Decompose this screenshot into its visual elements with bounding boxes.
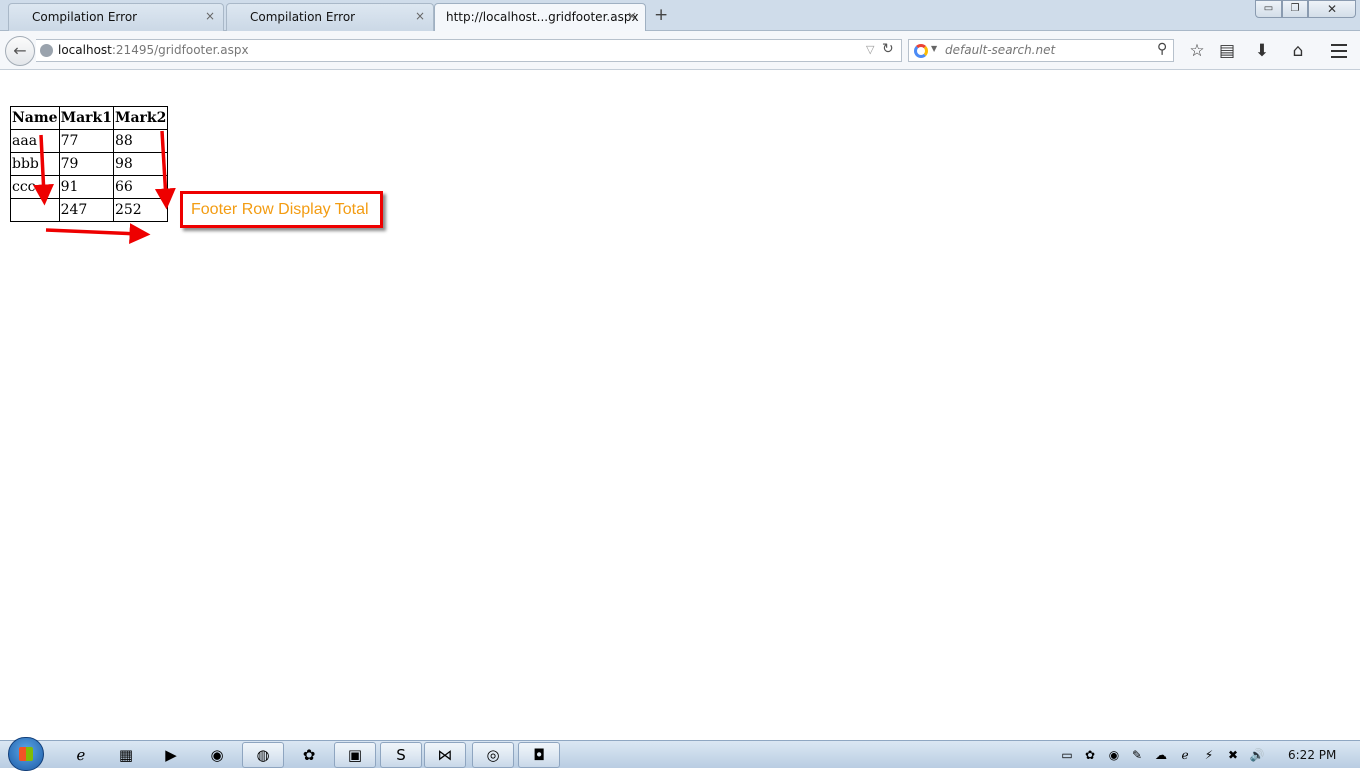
tray-pen-icon[interactable]: ✎ — [1129, 747, 1145, 763]
visual-studio-icon[interactable]: ⋈ — [424, 742, 466, 768]
table-cell: ccc — [10, 175, 60, 199]
url-text[interactable]: localhost:21495/gridfooter.aspx — [58, 43, 249, 57]
start-button[interactable] — [8, 737, 44, 771]
column-header: Mark1 — [58, 106, 114, 130]
search-icon[interactable]: ⚲ — [1157, 41, 1167, 57]
table-cell: aaa — [10, 129, 60, 153]
folder-sync-icon[interactable]: ▣ — [334, 742, 376, 768]
download-icon[interactable]: ⬇ — [1251, 40, 1273, 62]
paint-app-icon[interactable]: ✿ — [288, 742, 330, 768]
tray-paint-icon[interactable]: ✿ — [1082, 747, 1098, 763]
hamburger-menu-icon[interactable] — [1328, 40, 1350, 62]
table-cell: 91 — [58, 175, 114, 199]
table-cell: 66 — [112, 175, 169, 199]
globe-icon — [40, 44, 53, 57]
table-cell: bbb — [10, 152, 60, 176]
search-engine-icon[interactable] — [914, 44, 928, 58]
volume-icon[interactable]: 🔊 — [1249, 747, 1265, 763]
page-content: Name Mark1 Mark2 aaa 77 88 bbb 79 98 ccc… — [0, 71, 1360, 740]
close-tab-icon[interactable]: × — [415, 9, 425, 23]
tab-label: Compilation Error — [250, 10, 356, 24]
bookmark-star-icon[interactable]: ☆ — [1186, 40, 1208, 62]
internet-explorer-icon[interactable]: ℯ — [60, 742, 102, 768]
tab-label: http://localhost...gridfooter.aspx — [446, 10, 639, 24]
address-bar[interactable]: localhost:21495/gridfooter.aspx ▽ ↻ — [36, 39, 902, 62]
media-player-icon[interactable]: ▶ — [150, 742, 192, 768]
tray-alert-icon[interactable]: ✖ — [1225, 747, 1241, 763]
url-path: :21495/gridfooter.aspx — [111, 43, 249, 57]
window-close-button[interactable]: ✕ — [1308, 0, 1356, 18]
tray-app-icon[interactable]: ▭ — [1059, 747, 1075, 763]
skype-icon[interactable]: S — [380, 742, 422, 768]
taskbar: ℯ ▦ ▶ ◉ ◍ ✿ ▣ S ⋈ ◎ ◘ ▭ ✿ ◉ ✎ ☁ ℯ ⚡ ✖ 🔊 6:22 PM — [0, 737, 1360, 771]
new-tab-button[interactable]: + — [654, 5, 668, 25]
tab-strip: Compilation Error × Compilation Error × … — [0, 0, 1360, 32]
tray-ie-icon[interactable]: ℯ — [1177, 747, 1193, 763]
table-cell: 79 — [58, 152, 114, 176]
windows-logo-icon — [19, 747, 33, 761]
clock[interactable]: 6:22 PM — [1288, 748, 1336, 762]
reload-icon[interactable]: ↻ — [882, 41, 894, 57]
tab-compilation-error-2[interactable]: Compilation Error × — [226, 3, 434, 31]
table-row: aaa 77 88 — [10, 129, 169, 153]
table-header-row: Name Mark1 Mark2 — [10, 106, 169, 130]
back-button[interactable]: ← — [5, 36, 35, 66]
table-row: bbb 79 98 — [10, 152, 169, 176]
system-tray: ▭ ✿ ◉ ✎ ☁ ℯ ⚡ ✖ 🔊 6:22 PM — [1055, 741, 1355, 769]
file-explorer-icon[interactable]: ▦ — [105, 742, 147, 768]
chevron-down-icon[interactable]: ▼ — [931, 44, 937, 53]
search-bar[interactable]: ▼ ⚲ — [908, 39, 1174, 62]
arrow-right-bottom — [45, 223, 151, 245]
footer-callout: Footer Row Display Total — [180, 191, 383, 228]
home-icon[interactable]: ⌂ — [1287, 40, 1309, 62]
footer-cell — [10, 198, 60, 222]
footer-total-mark2: 252 — [112, 198, 169, 222]
bookmarks-list-icon[interactable]: ▤ — [1216, 40, 1238, 62]
marks-grid: Name Mark1 Mark2 aaa 77 88 bbb 79 98 ccc… — [10, 106, 169, 222]
tray-red-app-icon[interactable]: ◉ — [1106, 747, 1122, 763]
table-cell: 88 — [112, 129, 169, 153]
tool-app-icon[interactable]: ◎ — [472, 742, 514, 768]
tab-label: Compilation Error — [32, 10, 138, 24]
tray-network-icon[interactable]: ☁ — [1153, 747, 1169, 763]
table-row: ccc 91 66 — [10, 175, 169, 199]
url-history-dropdown-icon[interactable]: ▽ — [866, 43, 874, 56]
close-tab-icon[interactable]: × — [205, 9, 215, 23]
table-cell: 77 — [58, 129, 114, 153]
table-footer-row: 247 252 — [10, 198, 169, 222]
column-header: Mark2 — [112, 106, 169, 130]
tray-flash-icon[interactable]: ⚡ — [1201, 747, 1217, 763]
restore-button[interactable]: ❐ — [1282, 0, 1308, 18]
search-input[interactable] — [945, 43, 1145, 57]
footer-total-mark1: 247 — [58, 198, 114, 222]
column-header: Name — [10, 106, 60, 130]
navigation-toolbar: ← localhost:21495/gridfooter.aspx ▽ ↻ ▼ … — [0, 31, 1360, 70]
table-cell: 98 — [112, 152, 169, 176]
office-app-icon[interactable]: ◘ — [518, 742, 560, 768]
minimize-button[interactable]: ▭ — [1255, 0, 1282, 18]
tab-gridfooter[interactable]: http://localhost...gridfooter.aspx × — [434, 3, 646, 32]
tab-compilation-error-1[interactable]: Compilation Error × — [8, 3, 224, 31]
close-tab-icon[interactable]: × — [627, 9, 637, 23]
firefox-icon[interactable]: ◍ — [242, 742, 284, 768]
url-host: localhost — [58, 43, 112, 57]
chrome-icon[interactable]: ◉ — [196, 742, 238, 768]
